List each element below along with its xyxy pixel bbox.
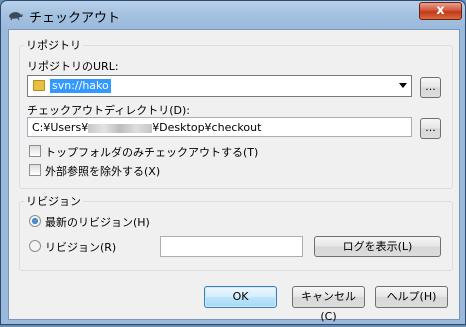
- ellipsis-icon: ...: [425, 121, 436, 134]
- checkout-dialog: チェックアウト x リポジトリ リポジトリのURL: svn://hako ..…: [0, 0, 466, 325]
- help-label: ヘルプ(H): [386, 290, 437, 303]
- show-log-button[interactable]: ログを表示(L): [314, 236, 441, 257]
- folder-icon: [33, 80, 45, 91]
- url-combobox[interactable]: svn://hako: [27, 75, 412, 97]
- revision-group: リビジョン: [19, 193, 453, 271]
- top-folder-only-checkbox[interactable]: [29, 145, 41, 157]
- dialog-body: リポジトリ リポジトリのURL: svn://hako ... チェックアウトデ…: [8, 29, 460, 323]
- url-label: リポジトリのURL:: [27, 60, 119, 73]
- revision-group-legend: リビジョン: [26, 195, 81, 208]
- revision-input[interactable]: [160, 236, 303, 257]
- head-revision-label[interactable]: 最新のリビジョン(H): [45, 214, 150, 230]
- checkout-dir-label: チェックアウトディレクトリ(D):: [27, 104, 190, 117]
- show-log-label: ログを表示(L): [342, 240, 413, 253]
- head-revision-radio[interactable]: [29, 215, 41, 227]
- chevron-down-icon[interactable]: [399, 83, 407, 88]
- title-bar[interactable]: チェックアウト x: [1, 1, 465, 29]
- redacted-username: [88, 123, 153, 133]
- specific-revision-radio[interactable]: [29, 240, 41, 252]
- top-folder-only-label[interactable]: トップフォルダのみチェックアウトする(T): [45, 144, 258, 160]
- checkout-dir-suffix: ¥Desktop¥checkout: [152, 121, 262, 134]
- ok-button[interactable]: OK: [204, 286, 277, 308]
- tortoise-icon: [9, 12, 23, 21]
- browse-dir-button[interactable]: ...: [420, 118, 441, 139]
- specific-revision-label[interactable]: リビジョン(R): [45, 239, 116, 255]
- checkout-dir-prefix: C:¥Users¥: [32, 121, 89, 134]
- omit-externals-checkbox[interactable]: [29, 164, 41, 176]
- cancel-label: キャンセル(C): [301, 290, 356, 323]
- checkout-dir-input[interactable]: C:¥Users¥ ¥Desktop¥checkout: [27, 117, 412, 137]
- close-icon: x: [436, 3, 445, 18]
- ellipsis-icon: ...: [425, 80, 436, 93]
- browse-url-button[interactable]: ...: [420, 77, 441, 98]
- repository-group-legend: リポジトリ: [26, 39, 81, 52]
- ok-label: OK: [232, 290, 249, 303]
- window-title: チェックアウト: [29, 11, 121, 26]
- close-button[interactable]: x: [419, 2, 462, 20]
- cancel-button[interactable]: キャンセル(C): [292, 286, 365, 323]
- omit-externals-label[interactable]: 外部参照を除外する(X): [45, 163, 160, 179]
- help-button[interactable]: ヘルプ(H): [375, 286, 448, 308]
- url-value: svn://hako: [50, 79, 111, 93]
